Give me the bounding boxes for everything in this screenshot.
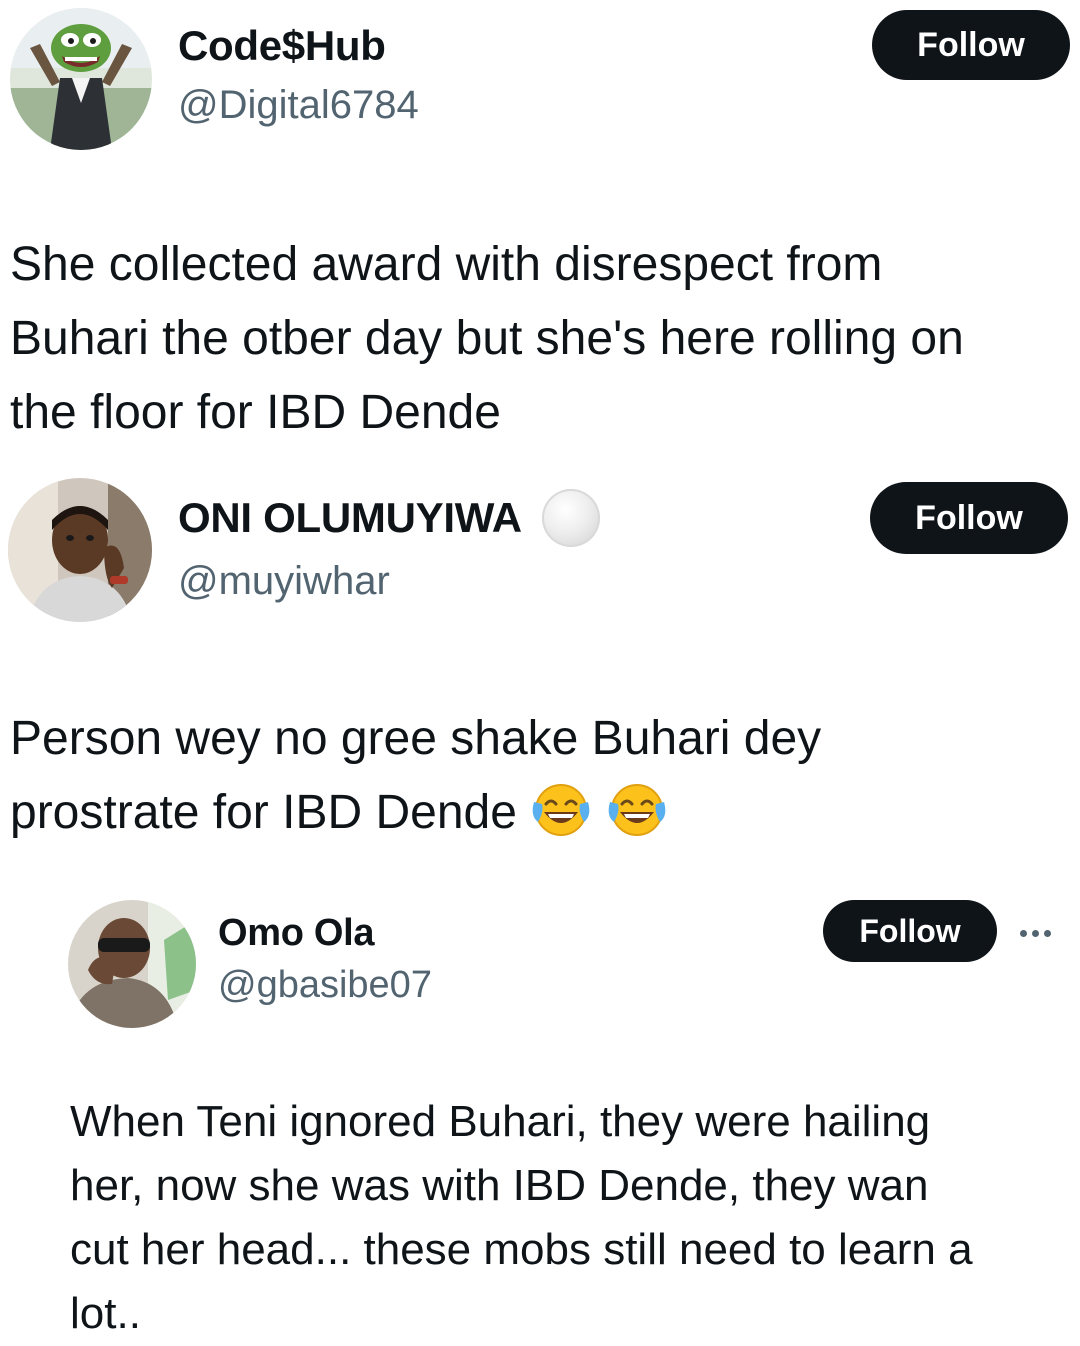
post-text: She collected award with disrespect from…: [10, 228, 1080, 450]
more-options-icon[interactable]: [1020, 928, 1051, 938]
post-text-line: lot..: [70, 1289, 141, 1338]
avatar-image: [10, 8, 152, 150]
post-oni-olumuyiwa: ONI OLUMUYIWA @muyiwhar Follow Person we…: [0, 470, 1080, 870]
handle[interactable]: @gbasibe07: [218, 962, 432, 1008]
avatar-image: [8, 478, 152, 622]
avatar-image: [68, 900, 196, 1028]
handle[interactable]: @muyiwhar: [178, 556, 390, 606]
avatar[interactable]: [10, 8, 152, 150]
post-text-line: prostrate for IBD Dende: [10, 786, 517, 839]
follow-button[interactable]: Follow: [823, 900, 997, 962]
post-text: Person wey no gree shake Buhari dey pros…: [10, 702, 1070, 860]
post-text: When Teni ignored Buhari, they were hail…: [70, 1090, 1070, 1346]
display-name-text: ONI OLUMUYIWA: [178, 494, 521, 541]
follow-button[interactable]: Follow: [870, 482, 1068, 554]
post-text-line-with-emoji: prostrate for IBD Dende: [10, 776, 1070, 860]
post-text-line: cut her head... these mobs still need to…: [70, 1225, 973, 1274]
avatar[interactable]: [68, 900, 196, 1028]
post-text-line: the floor for IBD Dende: [10, 386, 501, 439]
display-name[interactable]: ONI OLUMUYIWA: [178, 488, 600, 547]
handle[interactable]: @Digital6784: [178, 80, 419, 130]
display-name[interactable]: Omo Ola: [218, 910, 375, 956]
post-text-line: her, now she was with IBD Dende, they wa…: [70, 1161, 929, 1210]
face-with-tears-of-joy-icon: [530, 782, 592, 860]
display-name[interactable]: Code$Hub: [178, 20, 386, 72]
verified-badge-icon: [541, 488, 600, 547]
post-text-line: When Teni ignored Buhari, they were hail…: [70, 1097, 931, 1146]
post-omo-ola: Omo Ola @gbasibe07 Follow When Teni igno…: [0, 890, 1080, 1346]
follow-button[interactable]: Follow: [872, 10, 1070, 80]
face-with-tears-of-joy-icon: [606, 782, 668, 860]
post-text-line: Person wey no gree shake Buhari dey: [10, 712, 822, 765]
post-text-line: Buhari the otber day but she's here roll…: [10, 312, 964, 365]
post-codehub: Code$Hub @Digital6784 Follow She collect…: [0, 0, 1080, 450]
post-text-line: She collected award with disrespect from: [10, 238, 883, 291]
avatar[interactable]: [8, 478, 152, 622]
